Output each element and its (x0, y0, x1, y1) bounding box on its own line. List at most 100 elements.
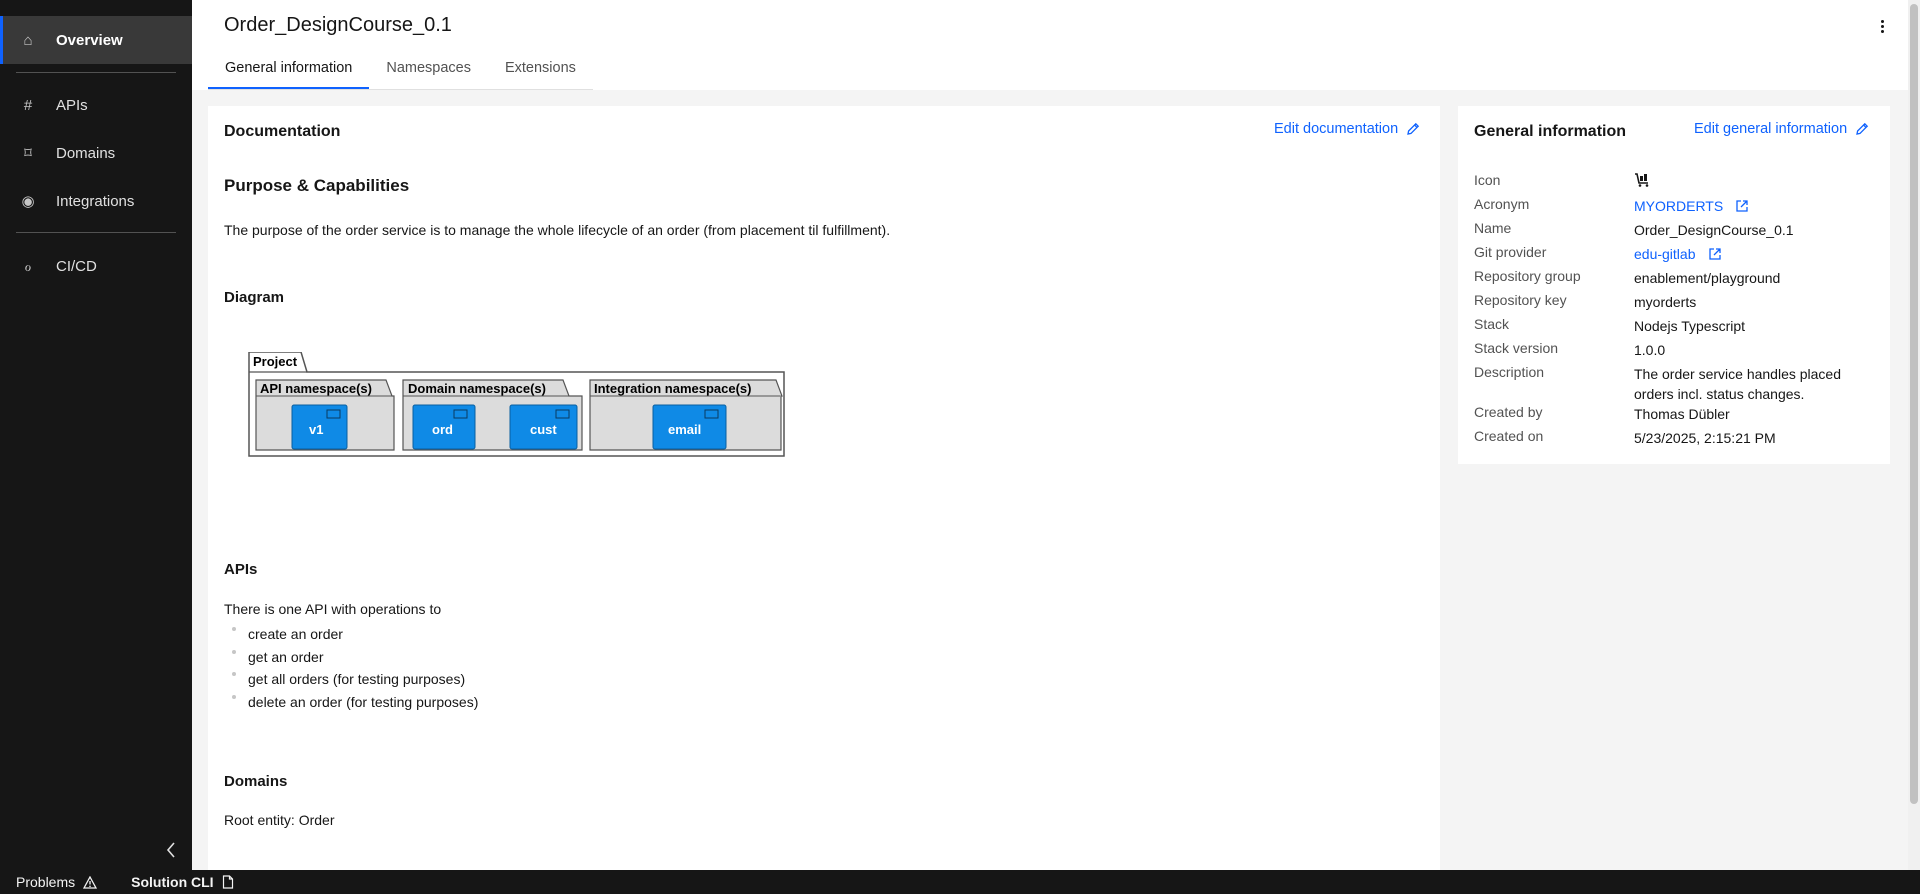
sidebar-item-label: Overview (56, 31, 123, 49)
info-value: The order service handles placed orders … (1634, 366, 1842, 402)
sidebar-item-integrations[interactable]: ◉ Integrations (0, 177, 192, 225)
edit-general-information-link[interactable]: Edit general information (1694, 121, 1869, 137)
acronym-link[interactable]: MYORDERTS (1634, 196, 1749, 216)
cart-icon (1635, 173, 1649, 187)
info-value: Order_DesignCourse_0.1 (1634, 222, 1794, 238)
edit-documentation-link[interactable]: Edit documentation (1274, 121, 1420, 137)
architecture-diagram: Project API namespace(s) v1 Domain names… (248, 352, 785, 457)
info-label: Acronym (1474, 196, 1530, 212)
info-value (1634, 172, 1884, 192)
info-value: MYORDERTS (1634, 196, 1884, 216)
sidebar-item-label: CI/CD (56, 257, 97, 275)
git-provider-link[interactable]: edu-gitlab (1634, 244, 1722, 264)
info-label: Icon (1474, 172, 1501, 188)
documentation-panel: Documentation Edit documentation Purpose… (208, 106, 1440, 870)
info-row-repository-key: Repository key myorderts (1474, 292, 1874, 316)
hashtag-icon: # (23, 96, 33, 114)
tab-general-information[interactable]: General information (208, 56, 370, 89)
domains-heading: Domains (224, 773, 288, 790)
overflow-dot (1880, 19, 1884, 23)
git-provider-value: edu-gitlab (1634, 246, 1696, 262)
purpose-text: The purpose of the order service is to m… (224, 222, 891, 238)
scrollbar-thumb[interactable] (1910, 4, 1918, 804)
info-value: enablement/playground (1634, 270, 1781, 286)
info-row-stack-version: Stack version 1.0.0 (1474, 340, 1874, 364)
diagram-heading: Diagram (224, 289, 285, 306)
documentation-heading: Documentation (224, 123, 341, 140)
diagram-component-label: v1 (309, 422, 323, 437)
info-value: edu-gitlab (1634, 244, 1884, 264)
sidebar: ⌂ Overview # APIs ⌑ Domains ◉ Integratio… (0, 0, 192, 870)
edit-general-information-label: Edit general information (1694, 121, 1848, 137)
edit-icon (1407, 122, 1420, 135)
list-item: delete an order (for testing purposes) (224, 694, 478, 717)
info-row-git-provider: Git provider edu-gitlab (1474, 244, 1874, 268)
sidebar-item-domains[interactable]: ⌑ Domains (0, 129, 192, 177)
radio-target-icon: ◉ (21, 193, 35, 210)
info-row-repository-group: Repository group enablement/playground (1474, 268, 1874, 292)
domains-text: Root entity: Order (224, 812, 335, 828)
sidebar-item-cicd[interactable]: ℴ CI/CD (0, 242, 192, 290)
nav-divider (16, 232, 176, 233)
tab-namespaces[interactable]: Namespaces (369, 56, 488, 89)
diagram-component-label: cust (530, 422, 557, 437)
sidebar-item-label: APIs (56, 96, 88, 114)
sidebar-item-apis[interactable]: # APIs (0, 81, 192, 129)
info-value: 5/23/2025, 2:15:21 PM (1634, 430, 1776, 446)
nav-divider (16, 72, 176, 73)
info-value: 1.0.0 (1634, 342, 1666, 358)
apis-operation-list: create an order get an order get all ord… (224, 626, 478, 716)
edit-documentation-label: Edit documentation (1274, 121, 1399, 137)
info-label: Stack version (1474, 340, 1559, 356)
vertical-scrollbar[interactable] (1908, 0, 1920, 870)
overflow-dot (1880, 29, 1884, 33)
info-label: Repository group (1474, 268, 1581, 284)
problems-button[interactable]: Problems (0, 874, 98, 890)
home-icon: ⌂ (23, 31, 33, 49)
diagram-component-label: ord (432, 422, 453, 437)
info-label: Stack (1474, 316, 1510, 332)
info-label: Name (1474, 220, 1512, 236)
domain-icon: ⌑ (24, 145, 32, 162)
page-header: Order_DesignCourse_0.1 General informati… (192, 0, 1908, 90)
apis-text: There is one API with operations to (224, 601, 442, 617)
diagram-group-label: Integration namespace(s) (594, 381, 752, 396)
general-information-heading: General information (1474, 123, 1627, 140)
problems-label: Problems (16, 874, 76, 890)
info-row-created-on: Created on 5/23/2025, 2:15:21 PM (1474, 428, 1874, 452)
page-title: Order_DesignCourse_0.1 (224, 14, 452, 36)
info-value: myorderts (1634, 294, 1697, 310)
info-label: Git provider (1474, 244, 1547, 260)
external-link-icon (1736, 200, 1748, 212)
info-value: Nodejs Typescript (1634, 318, 1746, 334)
info-label: Created on (1474, 428, 1544, 444)
tab-list: General information Namespaces Extension… (208, 56, 593, 90)
diagram-group-label: Domain namespace(s) (408, 381, 546, 396)
edit-icon (1856, 122, 1869, 135)
pipeline-icon: ℴ (24, 258, 32, 275)
status-bar: Problems Solution CLI (0, 870, 1920, 894)
overflow-dot (1880, 24, 1884, 28)
tab-extensions[interactable]: Extensions (488, 56, 593, 89)
info-label: Repository key (1474, 292, 1567, 308)
chevron-left-icon (166, 842, 175, 858)
sidebar-item-label: Integrations (56, 192, 135, 210)
sidebar-item-overview[interactable]: ⌂ Overview (0, 16, 192, 64)
info-row-icon: Icon (1474, 172, 1874, 196)
info-row-stack: Stack Nodejs Typescript (1474, 316, 1874, 340)
info-row-created-by: Created by Thomas Dübler (1474, 404, 1874, 428)
list-item: get an order (224, 649, 478, 672)
acronym-value: MYORDERTS (1634, 198, 1724, 214)
info-label: Created by (1474, 404, 1543, 420)
list-item: get all orders (for testing purposes) (224, 671, 478, 694)
solution-cli-button[interactable]: Solution CLI (97, 874, 233, 890)
diagram-component-label: email (668, 422, 701, 437)
apis-heading: APIs (224, 561, 258, 578)
general-information-panel: General information Edit general informa… (1458, 106, 1890, 464)
overflow-menu-button[interactable] (1872, 14, 1892, 38)
diagram-project-label: Project (253, 354, 298, 369)
list-item: create an order (224, 626, 478, 649)
document-icon (222, 875, 233, 889)
collapse-sidebar-button[interactable] (160, 836, 182, 864)
sidebar-item-label: Domains (56, 144, 116, 162)
